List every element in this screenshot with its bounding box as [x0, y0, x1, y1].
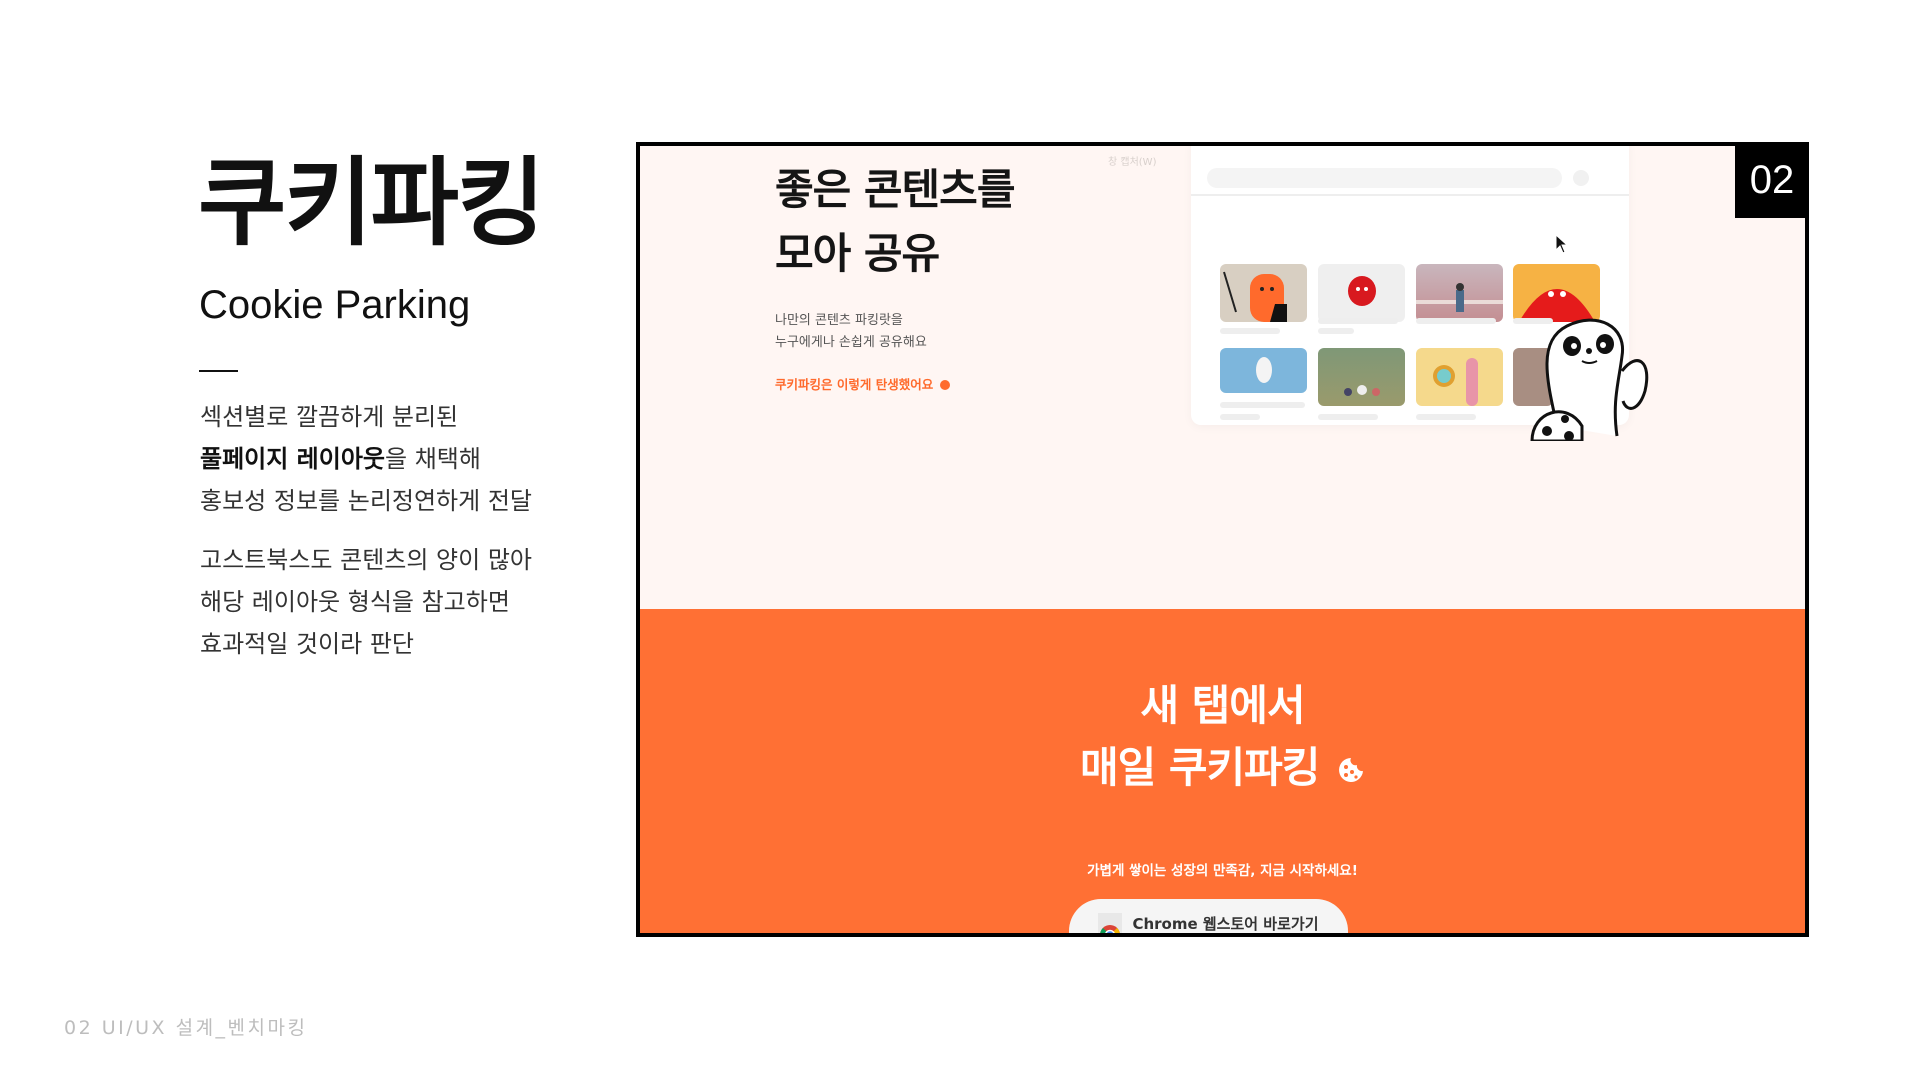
origin-story-link-text: 쿠키파킹은 이렇게 탄생했어요: [775, 377, 934, 392]
heart-character-icon: [1348, 276, 1376, 306]
hero-heading: 좋은 콘텐츠를 모아 공유: [775, 158, 1015, 286]
hero-subtext: 나만의 콘텐츠 파킹랏을 누구에게나 손쉽게 공유해요: [775, 310, 927, 354]
emphasis-text: 풀페이지 레이아웃: [200, 445, 385, 473]
placeholder-bar: [1318, 318, 1398, 324]
page-title: 쿠키파킹: [198, 147, 545, 259]
mirror-character-icon: [1433, 358, 1478, 406]
content-card: [1416, 264, 1503, 322]
people-icon: [1344, 385, 1380, 396]
origin-story-link[interactable]: 쿠키파킹은 이렇게 탄생했어요: [775, 374, 950, 393]
placeholder-bar: [1318, 414, 1378, 420]
cursor-icon: [1555, 234, 1569, 254]
description-line: 해당 레이아웃 형식을 참고하면: [200, 588, 510, 616]
cta-heading-line: 매일 쿠키파킹: [640, 737, 1805, 799]
chrome-icon: [1098, 913, 1123, 933]
address-bar: [1207, 168, 1562, 188]
chrome-webstore-button[interactable]: Chrome 웹스토어 바로가기: [1069, 899, 1348, 933]
cta-section: 새 탭에서 매일 쿠키파킹 가볍게 쌓이는 성장의 만족감, 지금 시작하세요!…: [640, 609, 1805, 933]
placeholder-bar: [1416, 318, 1496, 324]
description-line: 풀페이지 레이아웃을 채택해: [200, 438, 532, 480]
hero-subtext-line: 누구에게나 손쉽게 공유해요: [775, 335, 927, 350]
description-line: 섹션별로 깔끔하게 분리된: [200, 403, 459, 431]
footer-label: 02 UI/UX 설계_벤치마킹: [64, 1017, 308, 1039]
content-card: [1416, 348, 1503, 406]
page-subtitle: Cookie Parking: [199, 283, 471, 327]
website-screenshot: 창 캡처(W) 좋은 콘텐츠를 모아 공유 나만의 콘텐츠 파킹랏을 누구에게나…: [636, 142, 1809, 937]
content-card: [1220, 264, 1307, 322]
cookie-icon: [1339, 758, 1364, 782]
description-line: 홍보성 정보를 논리정연하게 전달: [200, 487, 533, 515]
mascot-illustration: [1530, 318, 1649, 441]
placeholder-bar: [1220, 402, 1305, 408]
hero-heading-line: 좋은 콘텐츠를: [775, 165, 1015, 214]
content-card: [1318, 264, 1405, 322]
description-line: 효과적일 것이라 판단: [200, 630, 414, 658]
description-text: 을 채택해: [385, 445, 481, 473]
chrome-webstore-button-label: Chrome 웹스토어 바로가기: [1132, 915, 1319, 933]
profile-icon: [1573, 170, 1589, 186]
slide-number-badge: 02: [1735, 143, 1809, 218]
giraffe-icon: [1223, 271, 1287, 322]
cookie-icon: [939, 380, 950, 390]
content-card: [1220, 348, 1307, 393]
content-card: [1318, 348, 1405, 406]
cta-heading-text: 매일 쿠키파킹: [1079, 743, 1320, 792]
placeholder-bar: [1318, 328, 1354, 334]
person-icon: [1416, 283, 1503, 312]
description-line: 고스트북스도 콘텐츠의 양이 많아: [200, 546, 533, 574]
cta-subtitle: 가볍게 쌓이는 성장의 만족감, 지금 시작하세요!: [1087, 863, 1358, 879]
tab-caption: 창 캡처(W): [1108, 157, 1157, 168]
hero-heading-line: 모아 공유: [775, 229, 940, 278]
placeholder-bar: [1220, 414, 1260, 420]
placeholder-bar: [1220, 328, 1280, 334]
divider: [199, 370, 238, 372]
placeholder-bar: [1416, 414, 1476, 420]
toolbar-divider: [1191, 194, 1629, 196]
white-figure-icon: [1256, 357, 1272, 383]
hero-subtext-line: 나만의 콘텐츠 파킹랏을: [775, 313, 903, 328]
cta-heading-line: 새 탭에서: [1140, 681, 1305, 730]
description-paragraph-1: 섹션별로 깔끔하게 분리된 풀페이지 레이아웃을 채택해 홍보성 정보를 논리정…: [200, 396, 532, 522]
cta-heading: 새 탭에서 매일 쿠키파킹: [640, 675, 1805, 799]
description-paragraph-2: 고스트북스도 콘텐츠의 양이 많아 해당 레이아웃 형식을 참고하면 효과적일 …: [200, 539, 532, 665]
